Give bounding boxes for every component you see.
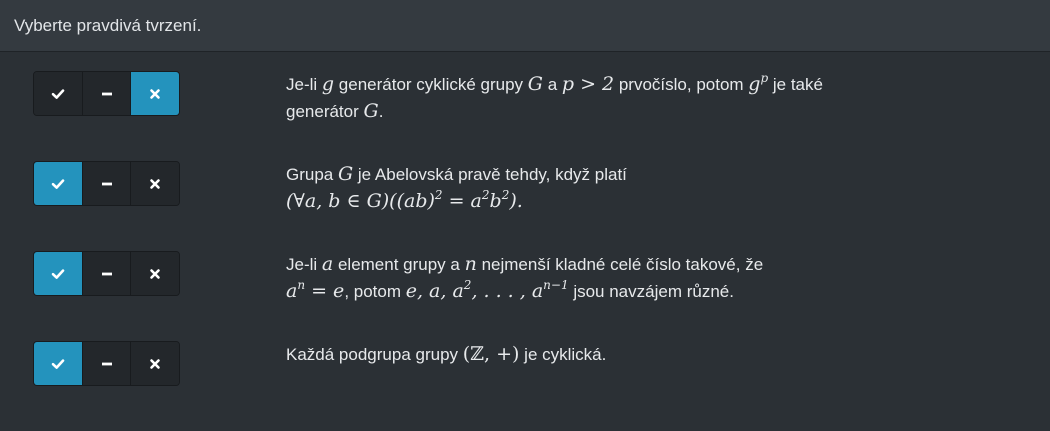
math-G: G bbox=[527, 73, 543, 95]
minus-icon bbox=[101, 92, 112, 95]
times-icon bbox=[150, 358, 160, 369]
mark-false-button[interactable] bbox=[131, 252, 179, 295]
math-power-sequence: e, a, a2, . . . , an−1 bbox=[405, 277, 569, 302]
mark-true-button[interactable] bbox=[34, 252, 83, 295]
question-instruction: Vyberte pravdivá tvrzení. bbox=[14, 15, 202, 35]
math-p-condition: p > 2 bbox=[561, 73, 615, 95]
math-g: g bbox=[321, 73, 335, 95]
mark-false-button[interactable] bbox=[131, 72, 179, 115]
statement-text-4: Každá podgrupa grupy (ℤ, +) je cyklická. bbox=[286, 343, 607, 365]
mark-false-button[interactable] bbox=[131, 342, 179, 385]
mark-neutral-button[interactable] bbox=[82, 72, 132, 115]
statement-text-3: Je-li a element grupy a n nejmenší kladn… bbox=[286, 253, 764, 302]
minus-icon bbox=[101, 362, 112, 365]
statement-row-2: Grupa G je Abelovská pravě tehdy, když p… bbox=[0, 161, 1050, 251]
statement-row-3: Je-li a element grupy a n nejmenší kladn… bbox=[0, 251, 1050, 341]
math-G: G bbox=[363, 100, 379, 122]
math-an-equals-e: an = e bbox=[286, 277, 345, 302]
minus-icon bbox=[101, 182, 112, 185]
check-icon bbox=[51, 268, 65, 279]
math-a: a bbox=[321, 253, 334, 275]
mark-true-button[interactable] bbox=[34, 342, 83, 385]
statement-text-1: Je-li g generátor cyklické grupy G a p >… bbox=[286, 70, 823, 122]
statement-text-2: Grupa G je Abelovská pravě tehdy, když p… bbox=[286, 163, 627, 212]
math-integers-group: (ℤ, +) bbox=[462, 343, 520, 365]
check-icon bbox=[51, 358, 65, 369]
math-G: G bbox=[337, 163, 354, 185]
math-abelian-condition: (∀a, b ∈ G)((ab)2 = a2b2). bbox=[286, 187, 523, 212]
mark-neutral-button[interactable] bbox=[82, 342, 132, 385]
check-icon bbox=[51, 178, 65, 189]
mark-false-button[interactable] bbox=[131, 162, 179, 205]
mark-true-button[interactable] bbox=[34, 162, 83, 205]
mark-neutral-button[interactable] bbox=[82, 252, 132, 295]
mark-neutral-button[interactable] bbox=[82, 162, 132, 205]
math-n: n bbox=[464, 253, 477, 275]
math-g-power: gp bbox=[748, 70, 769, 95]
answer-toggle-1 bbox=[33, 71, 180, 116]
answer-toggle-2 bbox=[33, 161, 180, 206]
statement-list: Je-li g generátor cyklické grupy G a p >… bbox=[0, 52, 1050, 431]
answer-toggle-3 bbox=[33, 251, 180, 296]
times-icon bbox=[150, 178, 160, 189]
times-icon bbox=[150, 268, 160, 279]
statement-row-4: Každá podgrupa grupy (ℤ, +) je cyklická. bbox=[0, 341, 1050, 431]
answer-toggle-4 bbox=[33, 341, 180, 386]
statement-row-1: Je-li g generátor cyklické grupy G a p >… bbox=[0, 71, 1050, 161]
minus-icon bbox=[101, 272, 112, 275]
question-header: Vyberte pravdivá tvrzení. bbox=[0, 0, 1050, 52]
mark-true-button[interactable] bbox=[34, 72, 83, 115]
check-icon bbox=[51, 88, 65, 99]
times-icon bbox=[150, 88, 160, 99]
